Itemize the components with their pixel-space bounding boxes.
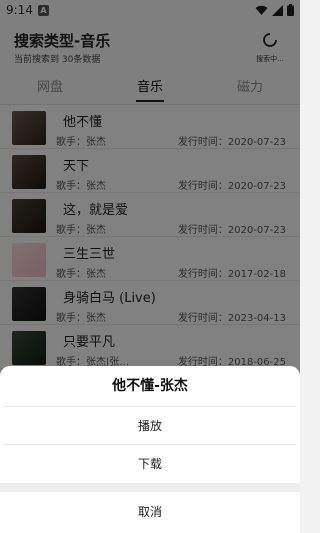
sheet-title: 他不懂-张杰	[112, 378, 188, 394]
cancel-button[interactable]: 取消	[0, 494, 300, 530]
divider	[4, 406, 296, 407]
sheet-spacer	[0, 483, 300, 492]
action-sheet: 他不懂-张杰 播放 下载 取消	[0, 366, 300, 533]
divider	[4, 444, 296, 445]
download-button[interactable]: 下载	[0, 446, 300, 482]
play-button[interactable]: 播放	[0, 408, 300, 444]
